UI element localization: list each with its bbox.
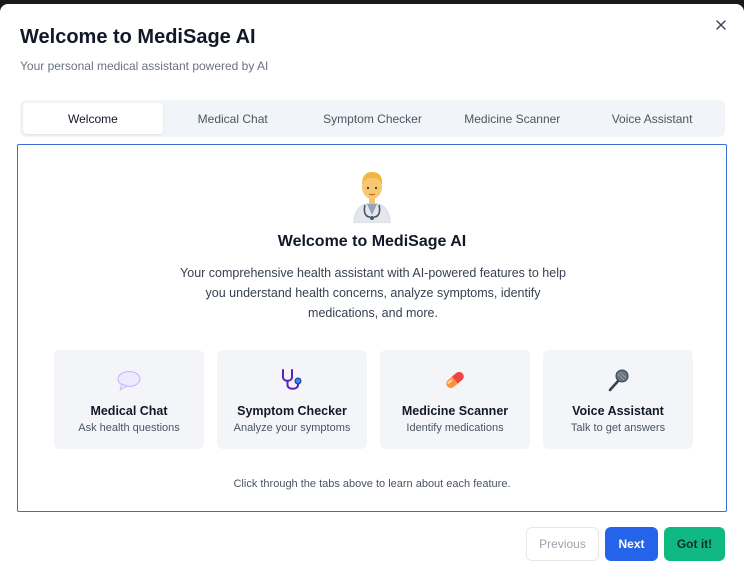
card-title: Voice Assistant <box>572 404 664 418</box>
tab-medicine-scanner[interactable]: Medicine Scanner <box>442 103 582 134</box>
microphone-icon <box>608 369 629 392</box>
card-title: Medical Chat <box>90 404 168 418</box>
card-title: Medicine Scanner <box>401 404 509 418</box>
hero-icon-wrap <box>18 169 726 223</box>
tab-symptom-checker[interactable]: Symptom Checker <box>303 103 443 134</box>
card-description: Analyze your symptoms <box>233 422 351 434</box>
dialog-title: Welcome to MediSage AI <box>20 26 256 48</box>
welcome-dialog: Welcome to MediSage AI Your personal med… <box>0 4 744 576</box>
feature-card-symptom-checker: Symptom Checker Analyze your symptoms <box>217 350 367 449</box>
tab-welcome[interactable]: Welcome <box>23 103 163 134</box>
tab-medical-chat[interactable]: Medical Chat <box>163 103 303 134</box>
panel-title: Welcome to MediSage AI <box>277 233 467 250</box>
got-it-button[interactable]: Got it! <box>664 527 725 561</box>
doctor-icon <box>353 172 391 223</box>
feature-cards: Medical Chat Ask health questions Sympto… <box>54 350 693 449</box>
panel-description: Your comprehensive health assistant with… <box>180 266 566 320</box>
feature-card-medicine-scanner: Medicine Scanner Identify medications <box>380 350 530 449</box>
close-icon <box>716 20 726 30</box>
card-icon-wrap <box>115 366 143 394</box>
card-icon-wrap <box>441 366 469 394</box>
card-description: Ask health questions <box>78 422 180 434</box>
card-description: Identify medications <box>406 422 504 434</box>
speech-bubble-icon <box>117 371 141 391</box>
feature-card-medical-chat: Medical Chat Ask health questions <box>54 350 204 449</box>
tab-voice-assistant[interactable]: Voice Assistant <box>582 103 722 134</box>
previous-button[interactable]: Previous <box>526 527 599 561</box>
panel-hint: Click through the tabs above to learn ab… <box>233 478 511 490</box>
next-button[interactable]: Next <box>605 527 658 561</box>
tab-list: Welcome Medical Chat Symptom Checker Med… <box>20 100 725 137</box>
card-icon-wrap <box>278 366 306 394</box>
welcome-panel: Welcome to MediSage AI Your comprehensiv… <box>17 144 727 512</box>
close-button[interactable] <box>712 16 730 34</box>
pill-icon <box>446 371 464 389</box>
stethoscope-icon <box>282 369 302 390</box>
feature-card-voice-assistant: Voice Assistant Talk to get answers <box>543 350 693 449</box>
dialog-subtitle: Your personal medical assistant powered … <box>20 59 269 73</box>
card-title: Symptom Checker <box>237 404 347 418</box>
card-icon-wrap <box>604 366 632 394</box>
card-description: Talk to get answers <box>570 422 666 434</box>
